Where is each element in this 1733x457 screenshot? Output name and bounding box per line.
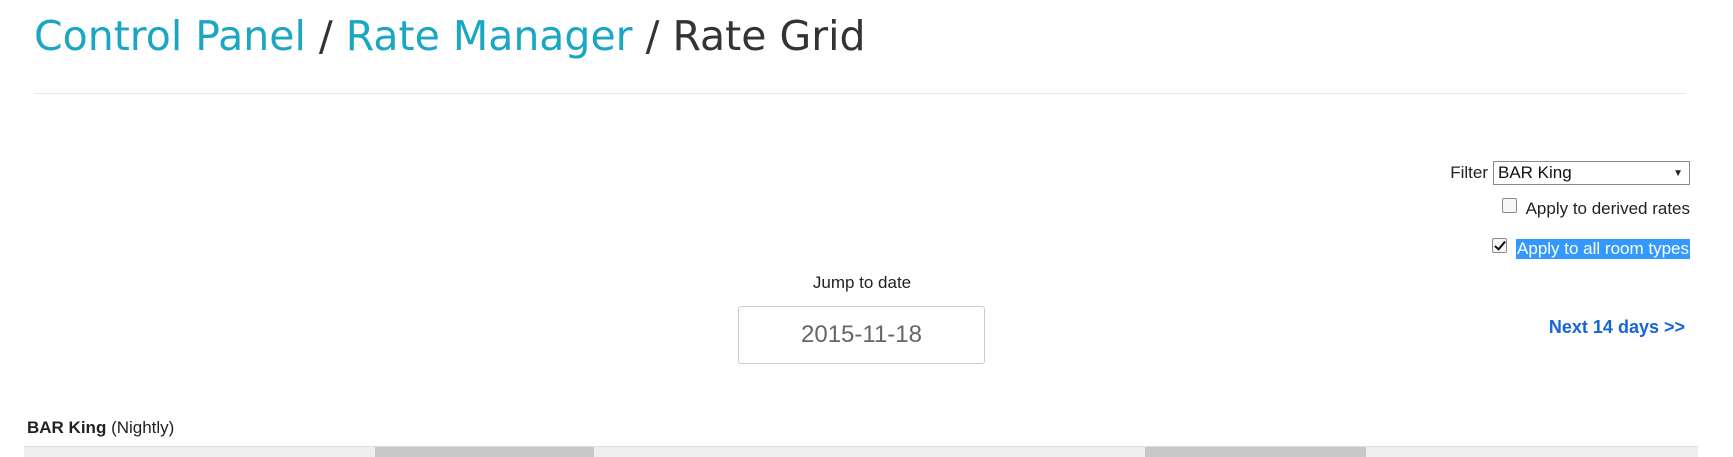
- rate-grid-header: [24, 446, 1698, 457]
- jump-to-date-input[interactable]: [738, 306, 985, 364]
- all-room-types-option: Apply to all room types: [1492, 237, 1690, 259]
- derived-rates-checkbox[interactable]: [1501, 197, 1517, 213]
- filter-row: Filter BAR King ▼: [1450, 161, 1690, 185]
- filter-select[interactable]: BAR King ▼: [1493, 161, 1690, 185]
- next-14-days-link[interactable]: Next 14 days >>: [1549, 317, 1685, 338]
- filter-selected-value: BAR King: [1498, 163, 1572, 182]
- jump-to-date-label: Jump to date: [812, 273, 912, 292]
- all-room-types-checkbox[interactable]: [1492, 237, 1508, 253]
- page-title: Rate Grid: [672, 12, 866, 60]
- breadcrumb-rate-manager-link[interactable]: Rate Manager: [346, 12, 633, 60]
- breadcrumb-separator: /: [318, 12, 333, 60]
- dropdown-arrow-icon: ▼: [1673, 167, 1683, 179]
- derived-rates-label[interactable]: Apply to derived rates: [1526, 199, 1690, 219]
- filter-label: Filter: [1450, 163, 1488, 182]
- header-divider: [34, 93, 1686, 94]
- derived-rates-option: Apply to derived rates: [1501, 197, 1690, 219]
- breadcrumb-separator: /: [645, 12, 660, 60]
- rate-plan-period: (Nightly): [111, 418, 175, 437]
- rate-plan-name: BAR King: [27, 418, 107, 437]
- all-room-types-label[interactable]: Apply to all room types: [1516, 239, 1690, 259]
- rate-plan-title: BAR King (Nightly): [27, 418, 174, 438]
- breadcrumb: Control Panel / Rate Manager / Rate Grid: [34, 8, 866, 64]
- breadcrumb-control-panel-link[interactable]: Control Panel: [34, 12, 306, 60]
